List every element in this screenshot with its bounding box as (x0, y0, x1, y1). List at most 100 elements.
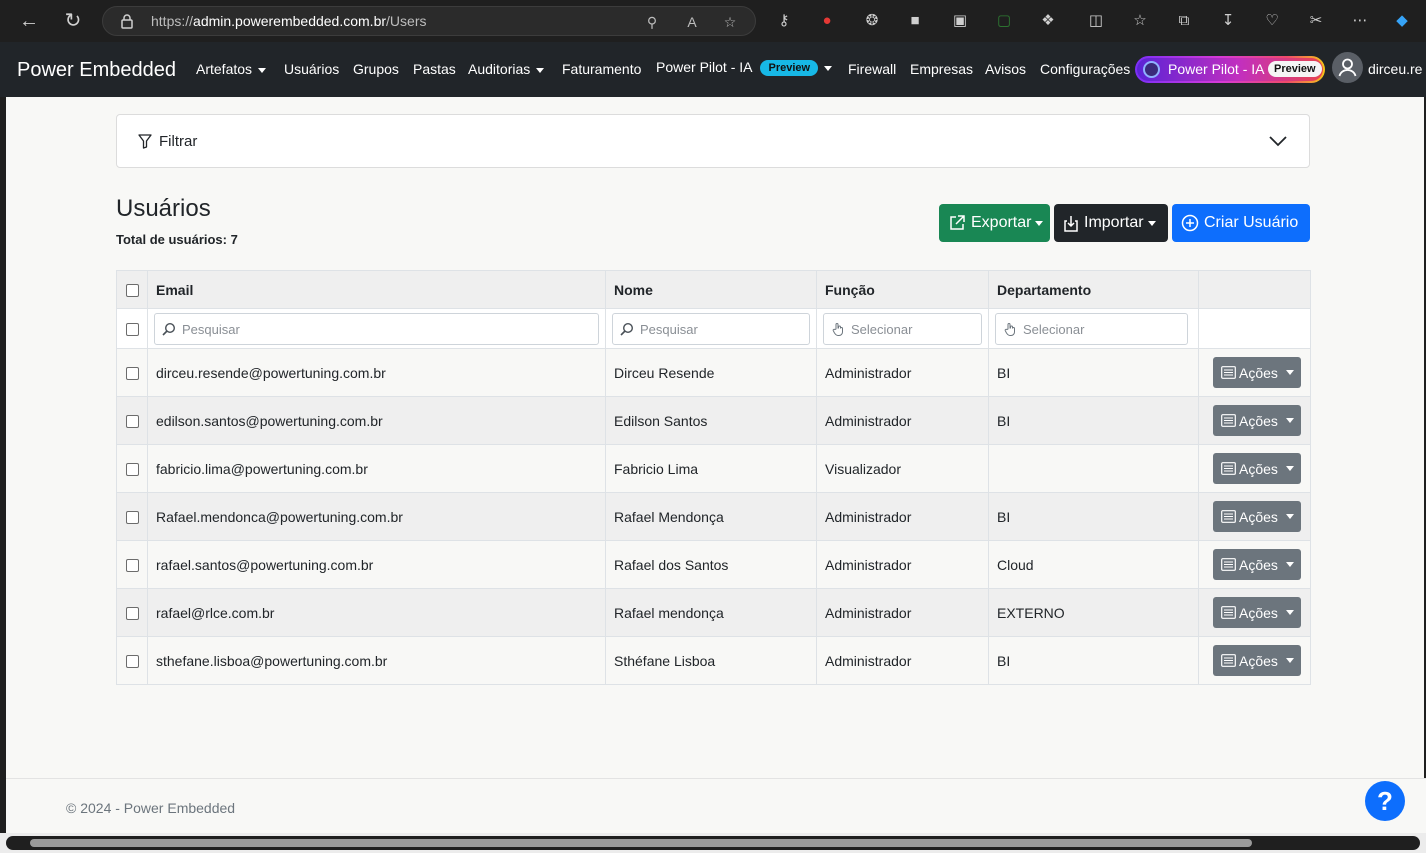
chevron-down-icon (1285, 610, 1294, 615)
list-card-icon (1221, 606, 1236, 619)
email-filter-cell: Pesquisar (147, 308, 606, 349)
export-button[interactable]: Exportar (939, 204, 1050, 242)
avatar[interactable] (1332, 52, 1363, 83)
name-search-input[interactable]: Pesquisar (612, 312, 810, 345)
chevron-down-icon (258, 67, 267, 73)
role-select[interactable]: Selecionar (823, 312, 982, 345)
scrollbar-thumb[interactable] (30, 839, 1252, 847)
favorite-star-icon[interactable]: ☆ (721, 13, 739, 31)
column-header-role[interactable]: Função (816, 270, 989, 309)
cell-name: Fabricio Lima (605, 444, 817, 493)
nav-auditorias[interactable]: Auditorias (468, 61, 545, 77)
extension-key-icon[interactable]: ⚷ (774, 11, 794, 31)
horizontal-scrollbar[interactable] (0, 833, 1426, 853)
extension-capture-icon[interactable]: ▢ (994, 11, 1014, 31)
email-search-input[interactable]: Pesquisar (154, 312, 599, 345)
nav-grupos[interactable]: Grupos (353, 61, 399, 77)
list-card-icon (1221, 510, 1236, 523)
actions-dropdown-button[interactable]: Ações (1213, 597, 1301, 628)
actions-dropdown-button[interactable]: Ações (1213, 645, 1301, 676)
split-screen-icon[interactable]: ◫ (1086, 11, 1106, 31)
cell-department: EXTERNO (988, 588, 1199, 637)
row-checkbox[interactable] (125, 559, 139, 573)
chevron-down-icon (1147, 220, 1156, 226)
cell-actions: Ações (1198, 444, 1311, 493)
create-user-label: Criar Usuário (1204, 214, 1299, 231)
import-label: Importar (1084, 214, 1144, 231)
nav-usuarios[interactable]: Usuários (284, 61, 339, 77)
row-checkbox[interactable] (125, 511, 139, 525)
screenshot-icon[interactable]: ✂ (1306, 11, 1326, 31)
extension-b-icon[interactable]: ■ (905, 11, 925, 31)
address-bar[interactable]: https://admin.powerembedded.com.br/Users… (102, 6, 756, 36)
create-user-button[interactable]: Criar Usuário (1172, 204, 1310, 242)
nav-empresas[interactable]: Empresas (910, 61, 973, 77)
search-icon (162, 322, 176, 336)
nav-avisos[interactable]: Avisos (985, 61, 1026, 77)
actions-dropdown-button[interactable]: Ações (1213, 549, 1301, 580)
performance-icon[interactable]: ♡ (1262, 11, 1282, 31)
chevron-down-icon (1285, 514, 1294, 519)
scrollbar-track (6, 836, 1420, 850)
collections-icon[interactable]: ⧉ (1174, 11, 1194, 31)
row-checkbox[interactable] (125, 367, 139, 381)
nav-pastas[interactable]: Pastas (413, 61, 456, 77)
actions-dropdown-button[interactable]: Ações (1213, 357, 1301, 388)
extension-glasses-icon[interactable]: ▣ (950, 11, 970, 31)
chevron-down-icon (536, 67, 545, 73)
row-checkbox[interactable] (125, 607, 139, 621)
filter-panel-toggle[interactable]: Filtrar (116, 114, 1310, 168)
copilot-icon[interactable]: ◆ (1392, 11, 1412, 31)
cell-email: dirceu.resende@powertuning.com.br (147, 348, 606, 397)
actions-dropdown-button[interactable]: Ações (1213, 453, 1301, 484)
department-select[interactable]: Selecionar (995, 312, 1188, 345)
list-card-icon (1221, 654, 1236, 667)
extension-stop-icon[interactable]: ● (817, 11, 837, 31)
row-checkbox[interactable] (125, 463, 139, 477)
brand[interactable]: Power Embedded (17, 59, 176, 82)
row-checkbox[interactable] (125, 415, 139, 429)
favorites-icon[interactable]: ☆ (1130, 11, 1150, 31)
list-card-icon (1221, 558, 1236, 571)
power-pilot-button[interactable]: Power Pilot - IA Preview (1135, 56, 1325, 83)
column-header-email[interactable]: Email (147, 270, 606, 309)
refresh-icon[interactable]: ↻ (61, 9, 85, 33)
cell-role: Administrador (816, 588, 989, 637)
nav-faturamento[interactable]: Faturamento (562, 61, 641, 77)
cell-actions: Ações (1198, 588, 1311, 637)
back-icon[interactable]: ← (17, 9, 41, 33)
cell-name: Rafael mendonça (605, 588, 817, 637)
actions-label: Ações (1239, 652, 1278, 669)
chevron-down-icon (1035, 220, 1044, 226)
column-header-name[interactable]: Nome (605, 270, 817, 309)
select-all-cell (116, 270, 148, 309)
lock-icon (121, 14, 133, 29)
table-row: sthefane.lisboa@powertuning.com.br Sthéfa… (116, 636, 1311, 685)
role-filter-cell: Selecionar (816, 308, 989, 349)
row-checkbox[interactable] (125, 655, 139, 669)
filter-row-checkbox[interactable] (125, 323, 139, 337)
nav-artefatos[interactable]: Artefatos (196, 61, 267, 77)
help-button[interactable]: ? (1365, 781, 1405, 821)
preview-badge: Preview (760, 60, 819, 77)
more-icon[interactable]: ⋯ (1350, 11, 1370, 31)
select-all-checkbox[interactable] (125, 284, 139, 298)
actions-dropdown-button[interactable]: Ações (1213, 405, 1301, 436)
plus-circle-icon (1181, 214, 1199, 232)
row-select-cell (116, 588, 148, 637)
table-row: rafael.santos@powertuning.com.br Rafael d… (116, 540, 1311, 589)
url-text: https://admin.powerembedded.com.br/Users (151, 13, 427, 29)
extension-bug-icon[interactable]: ❂ (862, 11, 882, 31)
column-header-department[interactable]: Departamento (988, 270, 1199, 309)
nav-firewall[interactable]: Firewall (848, 61, 896, 77)
actions-dropdown-button[interactable]: Ações (1213, 501, 1301, 532)
row-select-cell (116, 540, 148, 589)
nav-power-pilot[interactable]: Power Pilot - IA Preview (656, 59, 833, 77)
read-aloud-icon[interactable]: A (683, 13, 701, 31)
import-button[interactable]: Importar (1054, 204, 1168, 242)
key-icon[interactable]: ⚲ (643, 13, 661, 31)
nav-configuracoes[interactable]: Configurações (1040, 61, 1130, 77)
extensions-puzzle-icon[interactable]: ❖ (1038, 11, 1058, 31)
user-menu-name[interactable]: dirceu.re (1368, 61, 1422, 77)
downloads-icon[interactable]: ↧ (1218, 11, 1238, 31)
